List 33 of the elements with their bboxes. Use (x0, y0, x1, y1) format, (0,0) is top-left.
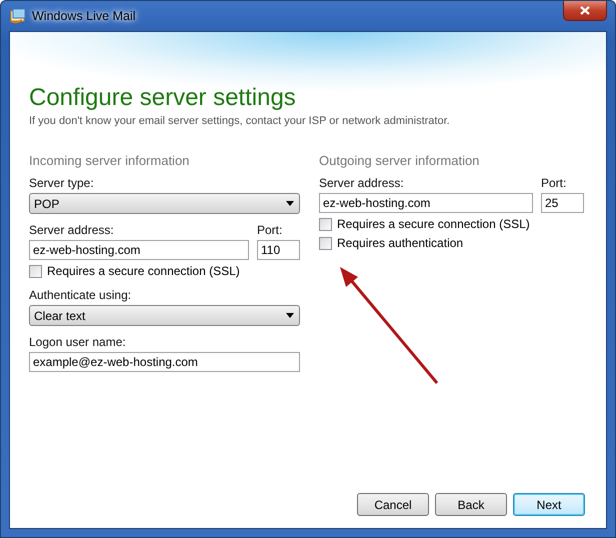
checkbox-label: Requires authentication (337, 236, 464, 250)
field-label: Logon user name: (29, 335, 127, 349)
checkbox[interactable] (319, 218, 332, 230)
authentication-dropdown[interactable]: Clear text (29, 305, 300, 326)
close-icon (580, 6, 590, 15)
checkbox[interactable] (319, 236, 332, 250)
field-label: Server address: (29, 223, 115, 237)
port-field[interactable]: 110 (257, 240, 300, 260)
section-title: Outgoing server information (319, 153, 480, 168)
field-label: Server type: (29, 176, 95, 190)
field-label: Port: (257, 223, 284, 237)
server-type-dropdown[interactable]: POP (29, 193, 300, 214)
page-heading: Configure server settings (29, 84, 297, 112)
wizard-button[interactable]: Back (435, 493, 507, 516)
section-title: Incoming server information (29, 153, 190, 168)
dropdown-arrow-icon (286, 313, 294, 318)
envelope-icon (10, 8, 26, 24)
field-label: Authenticate using: (29, 288, 132, 302)
field-label: Port: (541, 176, 568, 190)
checkbox-label: Requires a secure connection (SSL) (47, 264, 240, 278)
field-label: Server address: (319, 176, 405, 190)
dropdown-arrow-icon (286, 201, 294, 206)
wizard-button[interactable]: Cancel (357, 493, 429, 516)
port-field[interactable]: 25 (541, 193, 584, 213)
logon-user-name-field[interactable]: example@ez-web-hosting.com (29, 352, 300, 372)
checkbox[interactable] (29, 264, 42, 278)
window-title: Windows Live Mail (32, 9, 136, 23)
wizard-button[interactable]: Next (513, 493, 585, 516)
server-address-field[interactable]: ez-web-hosting.com (319, 193, 533, 213)
checkbox-label: Requires a secure connection (SSL) (337, 217, 530, 231)
server-address-field[interactable]: ez-web-hosting.com (29, 240, 249, 260)
instruction-text: If you don't know your email server settings, contact your ISP or network administrator. (29, 115, 451, 127)
close-button[interactable] (563, 1, 607, 21)
